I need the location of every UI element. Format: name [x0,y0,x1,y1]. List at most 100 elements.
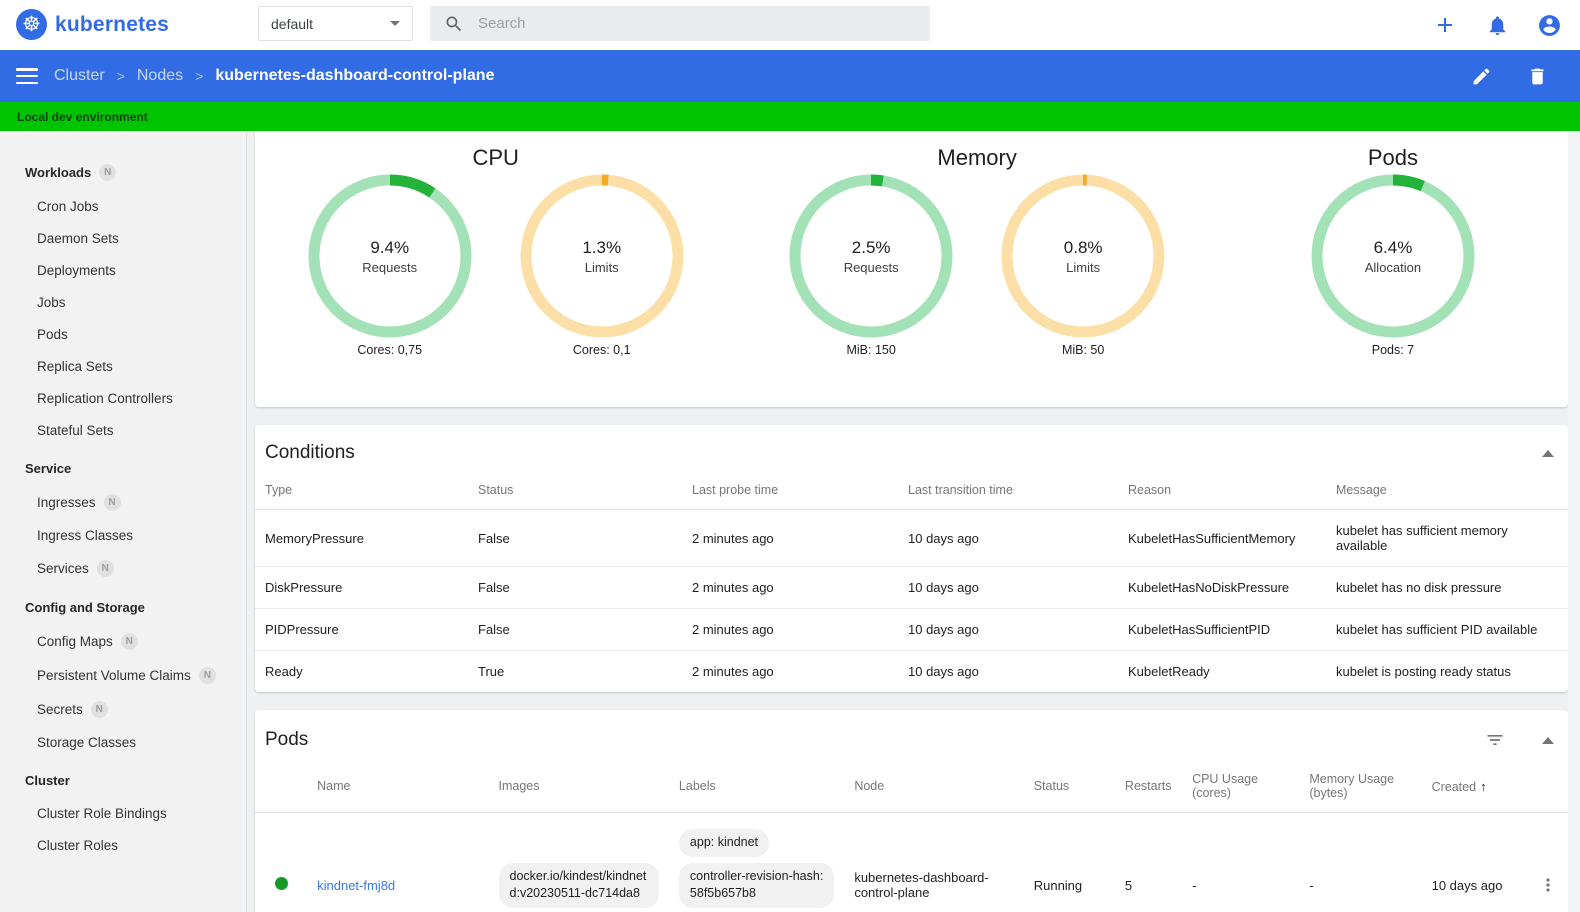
vertical-scrollbar[interactable] [1568,131,1580,912]
cell-message: kubelet has sufficient PID available [1326,608,1568,651]
cell-reason: KubeletHasSufficientMemory [1118,509,1326,567]
column-header-status: Status [468,473,682,510]
pods-allocation-group: Pods 6.4% Allocation Pods: 7 [1218,139,1568,407]
memory-limits-donut: 0.8% Limits MiB: 50 [1000,173,1166,357]
cpu-allocation-group: CPU 9.4% Requests Cores: 0,75 1.3% Limit… [255,139,736,407]
sidebar-item-cron-jobs[interactable]: Cron Jobs [0,190,246,222]
cell-message: kubelet is posting ready status [1326,650,1568,692]
column-header-memory-usage[interactable]: Memory Usage (bytes) [1299,762,1422,813]
pod-name-link[interactable]: kindnet-fmj8d [317,878,395,893]
conditions-card-title: Conditions [265,442,355,463]
nav-label: Cron Jobs [37,198,99,214]
column-header-images[interactable]: Images [488,762,669,813]
sidebar-item-services[interactable]: Services N [0,551,246,585]
new-badge: N [96,559,114,577]
sidebar-section-config-and-storage[interactable]: Config and Storage [0,591,246,624]
edit-pencil-icon[interactable] [1468,63,1494,89]
header-actions [1432,0,1562,50]
sidebar-item-daemon-sets[interactable]: Daemon Sets [0,222,246,254]
collapse-arrow-icon[interactable] [1542,736,1554,744]
sidebar-item-persistent-volume-claims[interactable]: Persistent Volume Claims N [0,658,246,692]
cell-type: MemoryPressure [255,509,468,567]
donut-caption: MiB: 50 [1061,343,1105,357]
sidebar-item-ingress-classes[interactable]: Ingress Classes [0,519,246,551]
delete-trash-icon[interactable] [1524,63,1550,89]
row-more-menu-icon[interactable] [1538,875,1558,895]
sidebar-item-pods[interactable]: Pods [0,318,246,350]
column-header-last-probe-time: Last probe time [682,473,898,510]
cell-reason: KubeletHasSufficientPID [1118,608,1326,651]
sidebar-item-replication-controllers[interactable]: Replication Controllers [0,382,246,414]
namespace-value: default [271,15,314,32]
cell-last-transition: 10 days ago [898,650,1118,692]
sidebar-section-workloads[interactable]: Workloads N [0,155,246,190]
create-plus-icon[interactable] [1432,12,1458,38]
breadcrumb-cluster[interactable]: Cluster [54,67,105,85]
sidebar-section-cluster[interactable]: Cluster [0,764,246,797]
sidebar-item-cluster-roles[interactable]: Cluster Roles [0,829,246,861]
column-header-restarts[interactable]: Restarts [1114,762,1183,813]
nav-label: Ingress Classes [37,527,134,543]
kubernetes-logo[interactable]: ☸ kubernetes [16,9,169,40]
cell-type: PIDPressure [255,608,468,651]
sidebar-item-ingresses[interactable]: Ingresses N [0,485,246,519]
search-input[interactable] [478,15,916,32]
column-header-reason: Reason [1118,473,1326,510]
cell-last-transition: 10 days ago [898,566,1118,609]
cell-status: False [468,608,682,651]
account-circle-icon[interactable] [1536,12,1562,38]
notifications-bell-icon[interactable] [1484,12,1510,38]
section-label: Config and Storage [25,600,145,615]
menu-hamburger-icon[interactable] [16,68,38,84]
column-header-type: Type [255,473,468,510]
collapse-arrow-icon[interactable] [1542,449,1554,457]
pods-title: Pods [1367,145,1419,170]
column-header-cpu-usage[interactable]: CPU Usage (cores) [1182,762,1300,813]
nav-label: Cluster Role Bindings [37,805,167,821]
sidebar-item-secrets[interactable]: Secrets N [0,692,246,726]
sidebar-item-storage-classes[interactable]: Storage Classes [0,726,246,758]
nav-label: Storage Classes [37,734,137,750]
environment-banner-text: Local dev environment [17,109,148,124]
chevron-down-icon [390,21,400,26]
breadcrumb-nodes[interactable]: Nodes [137,67,183,85]
sidebar-item-config-maps[interactable]: Config Maps N [0,624,246,658]
search-icon [444,14,464,34]
cell-last-probe: 2 minutes ago [682,509,898,567]
sort-ascending-icon: ↑ [1480,778,1487,794]
new-badge: N [120,632,138,650]
cell-reason: KubeletHasNoDiskPressure [1118,566,1326,609]
column-header-menu [1527,762,1568,813]
cpu-title: CPU [472,145,519,170]
column-header-node[interactable]: Node [844,762,1024,813]
sidebar-section-service[interactable]: Service [0,452,246,485]
pods-card-title: Pods [265,729,309,750]
resource-allocation-card: CPU 9.4% Requests Cores: 0,75 1.3% Limit… [255,131,1568,407]
column-header-status[interactable]: Status [1023,762,1115,813]
memory-requests-donut: 2.5% Requests MiB: 150 [788,173,954,357]
filter-list-icon[interactable] [1482,727,1508,753]
search-bar[interactable] [430,6,930,41]
column-header-last-transition-time: Last transition time [898,473,1118,510]
column-header-name[interactable]: Name [307,762,489,813]
nav-label: Config Maps [37,633,113,649]
sidebar-item-deployments[interactable]: Deployments [0,254,246,286]
pod-status: Running [1023,812,1115,912]
column-header-created[interactable]: Created ↑ [1421,762,1528,813]
sidebar-item-replica-sets[interactable]: Replica Sets [0,350,246,382]
conditions-card: Conditions Type Status Last probe time L… [255,425,1568,692]
nav-label: Stateful Sets [37,422,114,438]
sidebar-item-stateful-sets[interactable]: Stateful Sets [0,414,246,446]
kubernetes-wheel-icon: ☸ [16,9,47,40]
cell-message: kubelet has no disk pressure [1326,566,1568,609]
sidebar-item-cluster-role-bindings[interactable]: Cluster Role Bindings [0,797,246,829]
column-header-statusdot [255,762,308,813]
new-badge: N [198,666,216,684]
pod-node: kubernetes-dashboard-control-plane [844,812,1024,912]
sidebar-item-jobs[interactable]: Jobs [0,286,246,318]
new-badge: N [99,164,117,181]
label-chip: app: kindnet [678,829,770,857]
section-label: Service [25,461,72,476]
conditions-table: Type Status Last probe time Last transit… [255,473,1568,692]
namespace-select[interactable]: default [258,6,413,41]
